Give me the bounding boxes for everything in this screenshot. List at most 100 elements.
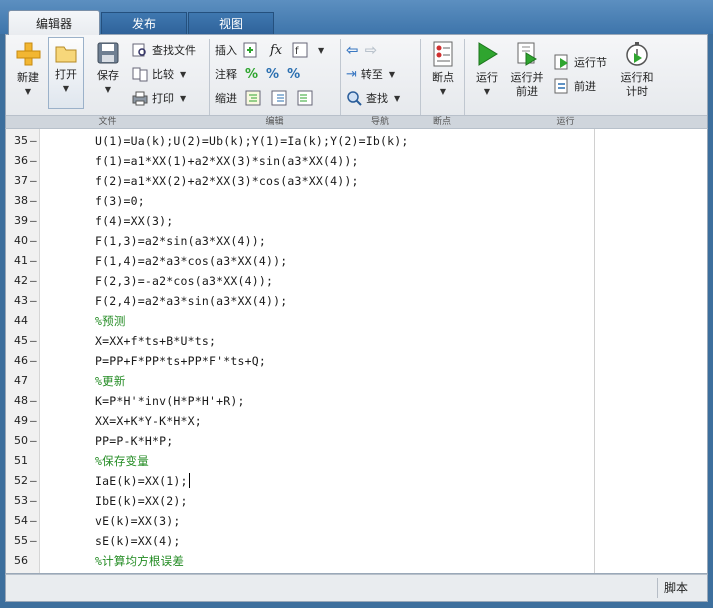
- code-text: f(2)=a1*XX(2)+a2*XX(3)*cos(a3*XX(4));: [95, 174, 359, 188]
- line-number: 55: [14, 534, 28, 547]
- open-button[interactable]: 打开 ▼: [48, 37, 84, 109]
- new-label: 新建: [17, 71, 39, 84]
- code-line[interactable]: 45– X=XX+f*ts+B*U*ts;: [6, 331, 706, 351]
- save-button[interactable]: 保存 ▼: [90, 41, 126, 94]
- breakpoint-marker[interactable]: –: [30, 291, 37, 311]
- code-line[interactable]: 56 %计算均方根误差: [6, 551, 706, 571]
- percent-icon: %: [245, 66, 259, 82]
- tab-label: 编辑器: [35, 16, 72, 31]
- code-line[interactable]: 55– sE(k)=XX(4);: [6, 531, 706, 551]
- breakpoint-marker[interactable]: –: [30, 131, 37, 151]
- chevron-down-icon: ▼: [180, 69, 187, 79]
- code-line[interactable]: 46– P=PP+F*PP*ts+PP*F'*ts+Q;: [6, 351, 706, 371]
- breakpoint-marker[interactable]: –: [30, 531, 37, 551]
- insert-function-button[interactable]: f ▼: [292, 41, 324, 59]
- line-number: 54: [14, 514, 28, 527]
- code-text: F(1,3)=a2*sin(a3*XX(4));: [95, 234, 266, 248]
- breakpoint-marker[interactable]: –: [30, 331, 37, 351]
- breakpoint-marker[interactable]: –: [30, 171, 37, 191]
- line-number: 35: [14, 134, 28, 147]
- code-line[interactable]: 41– F(1,4)=a2*a3*cos(a3*XX(4));: [6, 251, 706, 271]
- tab-editor[interactable]: 编辑器: [8, 10, 100, 35]
- code-line[interactable]: 49– XX=X+K*Y-K*H*X;: [6, 411, 706, 431]
- print-button[interactable]: 打印 ▼: [132, 89, 186, 107]
- code-line[interactable]: 38– f(3)=0;: [6, 191, 706, 211]
- code-line[interactable]: 47 %更新: [6, 371, 706, 391]
- section-divider: [464, 39, 465, 127]
- compare-button[interactable]: 比较 ▼: [132, 65, 186, 83]
- run-section-icon: [554, 54, 568, 70]
- breakpoint-marker[interactable]: –: [30, 491, 37, 511]
- run-button[interactable]: 运行 ▼: [468, 41, 506, 96]
- run-section-label: 运行节: [574, 56, 607, 69]
- arrow-right-icon[interactable]: ⇨: [365, 41, 378, 59]
- line-number: 53: [14, 494, 28, 507]
- code-line[interactable]: 35– U(1)=Ua(k);U(2)=Ub(k);Y(1)=Ia(k);Y(2)…: [6, 131, 706, 151]
- code-text: P=PP+F*PP*ts+PP*F'*ts+Q;: [95, 354, 266, 368]
- run-and-advance-button[interactable]: 运行并 前进: [506, 41, 548, 99]
- breakpoints-button[interactable]: 断点 ▼: [424, 41, 462, 96]
- code-line[interactable]: 48– K=P*H'*inv(H*P*H'+R);: [6, 391, 706, 411]
- advance-button[interactable]: 前进: [554, 77, 596, 95]
- run-and-time-button[interactable]: 运行和 计时: [616, 41, 658, 99]
- run-time-label: 计时: [626, 85, 648, 98]
- code-text: f(4)=XX(3);: [95, 214, 174, 228]
- section-breakpoints-label: 断点: [420, 115, 464, 128]
- breakpoint-marker[interactable]: –: [30, 271, 37, 291]
- arrow-left-icon[interactable]: ⇦: [346, 41, 359, 59]
- code-line[interactable]: 50– PP=P-K*H*P;: [6, 431, 706, 451]
- indent-label: 缩进: [215, 92, 237, 105]
- code-line[interactable]: 54– vE(k)=XX(3);: [6, 511, 706, 531]
- indent-button[interactable]: 缩进: [215, 89, 317, 107]
- section-divider: [209, 39, 210, 127]
- line-number: 44: [14, 314, 28, 327]
- breakpoint-marker[interactable]: –: [30, 391, 37, 411]
- tab-publish[interactable]: 发布: [101, 12, 187, 34]
- code-line[interactable]: 39– f(4)=XX(3);: [6, 211, 706, 231]
- insert-label: 插入: [215, 44, 237, 57]
- code-line[interactable]: 42– F(2,3)=-a2*cos(a3*XX(4));: [6, 271, 706, 291]
- code-text: vE(k)=XX(3);: [95, 514, 181, 528]
- insert-button[interactable]: 插入: [215, 41, 263, 59]
- find-files-button[interactable]: 查找文件: [132, 41, 196, 59]
- breakpoint-marker[interactable]: –: [30, 151, 37, 171]
- breakpoint-marker[interactable]: –: [30, 471, 37, 491]
- code-line[interactable]: 36– f(1)=a1*XX(1)+a2*XX(3)*sin(a3*XX(4));: [6, 151, 706, 171]
- fx-button[interactable]: fx: [270, 41, 282, 59]
- code-line[interactable]: 51 %保存变量: [6, 451, 706, 471]
- tab-view[interactable]: 视图: [188, 12, 274, 34]
- breakpoints-icon: [433, 41, 453, 67]
- breakpoint-marker[interactable]: –: [30, 211, 37, 231]
- find-button[interactable]: 查找 ▼: [346, 89, 400, 107]
- increase-indent-icon: [271, 90, 287, 106]
- breakpoint-marker[interactable]: –: [30, 191, 37, 211]
- file-type-indicator: 脚本: [657, 578, 712, 598]
- code-line[interactable]: 40– F(1,3)=a2*sin(a3*XX(4));: [6, 231, 706, 251]
- compare-label: 比较: [152, 68, 174, 81]
- code-line[interactable]: 43– F(2,4)=a2*a3*sin(a3*XX(4));: [6, 291, 706, 311]
- code-text: f(3)=0;: [95, 194, 145, 208]
- code-editor[interactable]: 35– U(1)=Ua(k);U(2)=Ub(k);Y(1)=Ia(k);Y(2)…: [5, 128, 708, 574]
- goto-button[interactable]: ⇥ 转至 ▼: [346, 65, 395, 83]
- comment-button[interactable]: 注释 % % %: [215, 65, 300, 83]
- breakpoint-marker[interactable]: –: [30, 251, 37, 271]
- section-bar-filler: [667, 115, 707, 128]
- breakpoint-marker[interactable]: –: [30, 511, 37, 531]
- code-line[interactable]: 52– IaE(k)=XX(1);: [6, 471, 706, 491]
- code-line[interactable]: 44 %预测: [6, 311, 706, 331]
- breakpoint-marker[interactable]: –: [30, 411, 37, 431]
- folder-icon: [55, 46, 77, 63]
- breakpoint-marker[interactable]: –: [30, 231, 37, 251]
- insert-icon: [243, 42, 257, 58]
- print-label: 打印: [152, 92, 174, 105]
- run-advance-icon: [517, 42, 537, 66]
- new-button[interactable]: 新建 ▼: [10, 41, 46, 96]
- code-line[interactable]: 53– IbE(k)=XX(2);: [6, 491, 706, 511]
- breakpoint-marker[interactable]: –: [30, 351, 37, 371]
- find-files-icon: [132, 43, 146, 57]
- back-forward-buttons[interactable]: ⇦ ⇨: [346, 41, 377, 59]
- breakpoint-marker[interactable]: –: [30, 431, 37, 451]
- chevron-down-icon: ▼: [180, 93, 187, 103]
- code-line[interactable]: 37– f(2)=a1*XX(2)+a2*XX(3)*cos(a3*XX(4));: [6, 171, 706, 191]
- run-section-button[interactable]: 运行节: [554, 53, 607, 71]
